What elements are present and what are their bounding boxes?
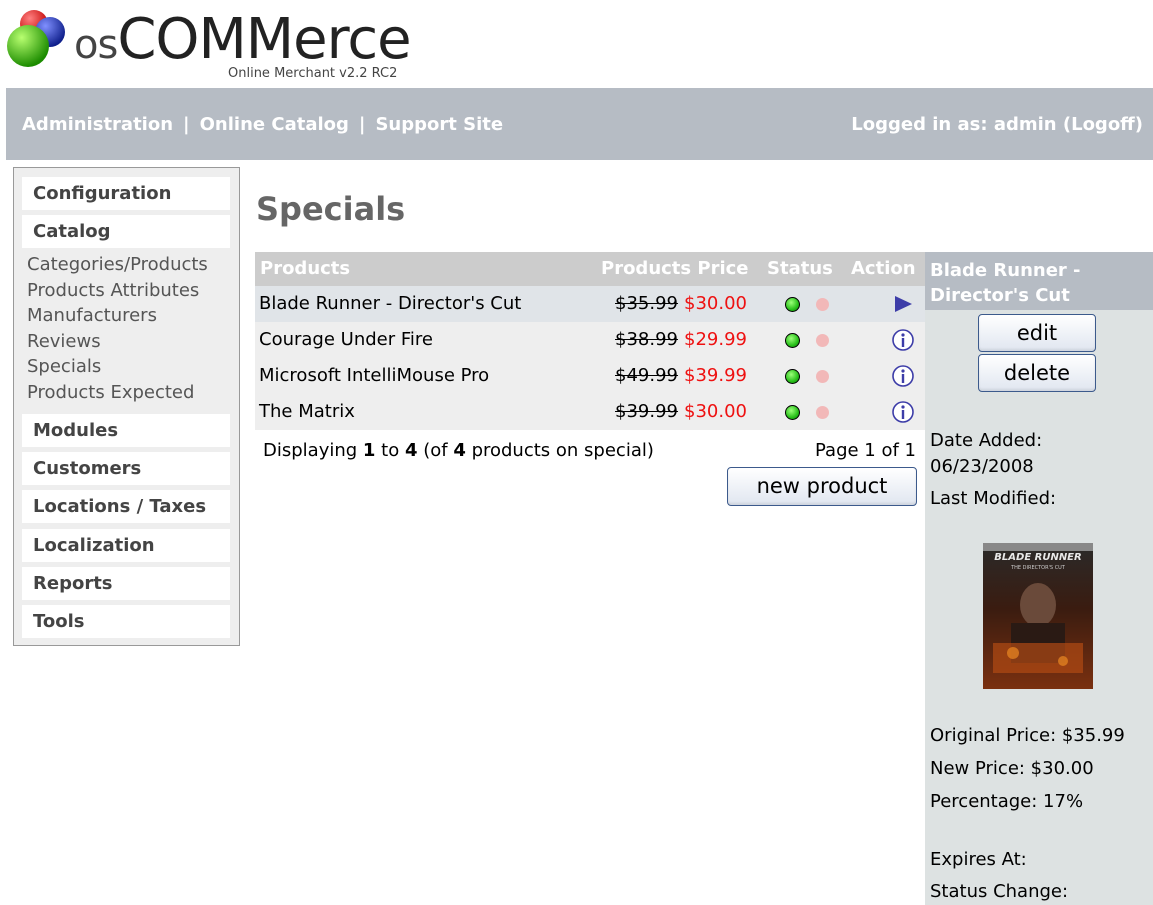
status-active-icon	[785, 333, 800, 348]
column-products: Products	[260, 258, 351, 279]
delete-button[interactable]: delete	[978, 354, 1096, 392]
specials-table-header: Products Products Price Status Action	[255, 252, 925, 286]
original-price: $35.99	[615, 293, 679, 314]
original-price: $49.99	[615, 365, 679, 386]
product-name: Blade Runner - Director's Cut	[259, 293, 522, 314]
sidebar-locations-taxes[interactable]: Locations / Taxes	[22, 490, 230, 523]
product-price: $49.99 $39.99	[615, 365, 747, 386]
status-active-icon	[785, 369, 800, 384]
logo-commerce-text: COMMerce	[117, 7, 411, 72]
nav-online-catalog-link[interactable]: Online Catalog	[200, 114, 349, 135]
info-icon[interactable]	[891, 400, 915, 424]
column-status: Status	[767, 258, 833, 279]
sidebar-tools[interactable]: Tools	[22, 605, 230, 638]
status-inactive-icon[interactable]	[816, 298, 829, 311]
product-image: BLADE RUNNER THE DIRECTOR'S CUT	[983, 543, 1093, 689]
displaying-of: (of	[417, 440, 454, 461]
displaying-count: Displaying 1 to 4 (of 4 products on spec…	[263, 440, 654, 461]
displaying-to: 4	[404, 440, 418, 461]
special-price: $30.00	[684, 401, 747, 422]
original-price: $38.99	[615, 329, 679, 350]
logo-spheres-icon	[7, 10, 65, 67]
oscommerce-logo: osCOMMerce Online Merchant v2.2 RC2	[6, 6, 426, 86]
sidebar-configuration[interactable]: Configuration	[22, 177, 230, 210]
status-change-label: Status Change:	[930, 881, 1069, 902]
logoff-link[interactable]: Logoff	[1071, 114, 1135, 135]
displaying-prefix: Displaying	[263, 440, 363, 461]
percentage-line: Percentage: 17%	[930, 791, 1084, 812]
nav-separator: |	[183, 114, 190, 135]
dvd-subtitle-text: THE DIRECTOR'S CUT	[1010, 565, 1066, 571]
table-row[interactable]: Microsoft IntelliMouse Pro $49.99 $39.99	[255, 358, 925, 394]
column-action: Action	[851, 258, 916, 279]
product-price: $35.99 $30.00	[615, 293, 747, 314]
info-panel-header: Blade Runner - Director's Cut	[925, 252, 1153, 310]
original-price-line: Original Price: $35.99	[930, 725, 1125, 746]
info-icon[interactable]	[891, 328, 915, 352]
sidebar-link-manufacturers[interactable]: Manufacturers	[27, 303, 157, 328]
nav-support-site-link[interactable]: Support Site	[375, 114, 503, 135]
expires-at-label: Expires At:	[930, 849, 1027, 870]
product-price: $38.99 $29.99	[615, 329, 747, 350]
special-info-panel: Blade Runner - Director's Cut edit delet…	[925, 252, 1153, 905]
sidebar-catalog[interactable]: Catalog	[22, 215, 230, 248]
arrow-right-icon[interactable]	[891, 292, 915, 316]
date-added-label: Date Added:	[930, 430, 1043, 451]
original-price: $39.99	[615, 401, 679, 422]
product-price: $39.99 $30.00	[615, 401, 747, 422]
admin-sidebar: Configuration Catalog Categories/Product…	[13, 167, 240, 646]
info-icon[interactable]	[891, 364, 915, 388]
status-inactive-icon[interactable]	[816, 406, 829, 419]
sidebar-link-categories-products[interactable]: Categories/Products	[27, 252, 208, 277]
page-indicator: Page 1 of 1	[815, 440, 916, 461]
column-products-price: Products Price	[601, 258, 749, 279]
sidebar-link-products-expected[interactable]: Products Expected	[27, 380, 194, 405]
displaying-suffix: products on special)	[465, 440, 654, 461]
login-status-suffix: )	[1134, 114, 1143, 135]
sidebar-link-specials[interactable]: Specials	[27, 354, 101, 379]
product-name: Courage Under Fire	[259, 329, 433, 350]
login-status-text: Logged in as: admin (	[851, 114, 1072, 135]
displaying-total: 4	[453, 440, 466, 461]
sidebar-modules[interactable]: Modules	[22, 414, 230, 447]
new-price-line: New Price: $30.00	[930, 758, 1094, 779]
dvd-title-text: BLADE RUNNER	[994, 552, 1081, 563]
sidebar-link-products-attributes[interactable]: Products Attributes	[27, 278, 199, 303]
status-inactive-icon[interactable]	[816, 370, 829, 383]
status-active-icon	[785, 297, 800, 312]
top-nav-bar: Administration | Online Catalog | Support Si…	[6, 88, 1153, 160]
special-price: $30.00	[684, 293, 747, 314]
edit-button[interactable]: edit	[978, 314, 1096, 352]
sidebar-customers[interactable]: Customers	[22, 452, 230, 485]
dvd-cover-art: BLADE RUNNER THE DIRECTOR'S CUT	[983, 543, 1093, 689]
product-name: The Matrix	[259, 401, 355, 422]
page-title: Specials	[256, 190, 406, 228]
displaying-to-word: to	[375, 440, 405, 461]
special-price: $29.99	[684, 329, 747, 350]
special-price: $39.99	[684, 365, 747, 386]
last-modified-label: Last Modified:	[930, 488, 1057, 509]
sidebar-link-reviews[interactable]: Reviews	[27, 329, 101, 354]
status-inactive-icon[interactable]	[816, 334, 829, 347]
product-name: Microsoft IntelliMouse Pro	[259, 365, 490, 386]
new-product-button[interactable]: new product	[727, 467, 917, 506]
sidebar-localization[interactable]: Localization	[22, 529, 230, 562]
date-added-value: 06/23/2008	[930, 456, 1034, 477]
nav-separator: |	[358, 114, 366, 135]
nav-administration-link[interactable]: Administration	[22, 114, 173, 135]
status-active-icon	[785, 405, 800, 420]
header-navigation: Administration | Online Catalog | Support Si…	[22, 114, 503, 135]
table-row[interactable]: Blade Runner - Director's Cut $35.99 $30.…	[255, 286, 925, 322]
version-label: Online Merchant v2.2 RC2	[228, 66, 398, 81]
info-panel-title: Blade Runner - Director's Cut	[930, 260, 1081, 306]
table-row[interactable]: Courage Under Fire $38.99 $29.99	[255, 322, 925, 358]
table-row[interactable]: The Matrix $39.99 $30.00	[255, 394, 925, 430]
sidebar-reports[interactable]: Reports	[22, 567, 230, 600]
displaying-from: 1	[362, 440, 376, 461]
login-status: Logged in as: admin (Logoff)	[851, 114, 1143, 135]
logo-os-text: os	[74, 22, 118, 68]
